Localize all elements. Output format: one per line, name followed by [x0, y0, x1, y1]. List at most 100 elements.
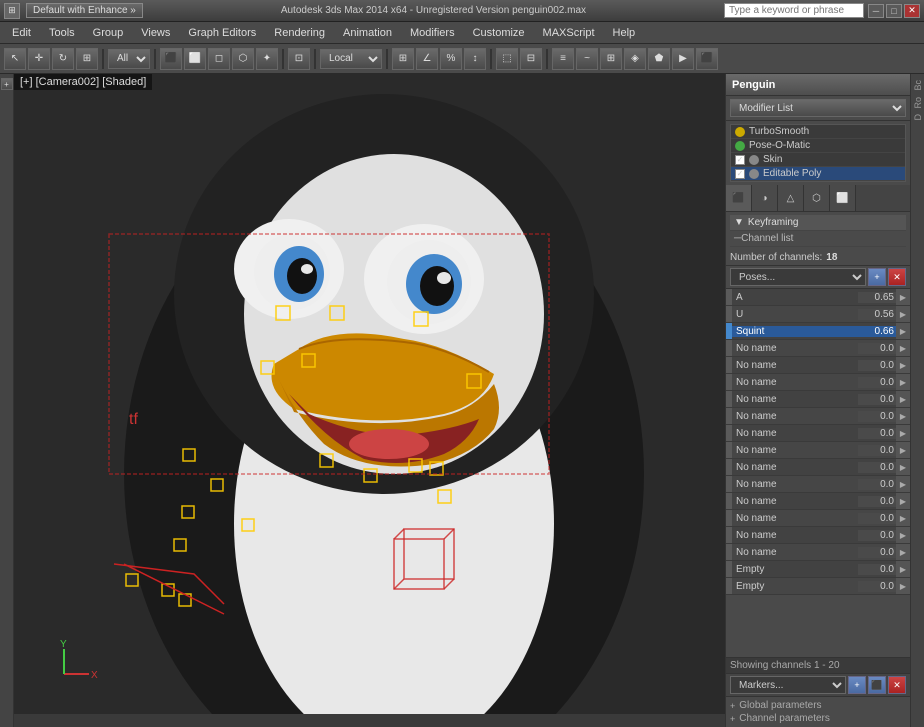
poses-delete-btn[interactable]: ✕ — [888, 268, 906, 286]
menu-modifiers[interactable]: Modifiers — [402, 25, 463, 41]
channel-row[interactable]: No name0.0▶ — [726, 357, 910, 374]
viewport[interactable]: [+] [Camera002] [Shaded] — [14, 74, 725, 727]
channel-expand-arrow[interactable]: ▶ — [896, 374, 910, 390]
fence-select[interactable]: ◻ — [208, 48, 230, 70]
channel-expand-arrow[interactable]: ▶ — [896, 459, 910, 475]
channel-row[interactable]: Empty0.0▶ — [726, 578, 910, 595]
minimize-button[interactable]: ─ — [868, 4, 884, 18]
channel-expand-arrow[interactable]: ▶ — [896, 306, 910, 322]
menu-customize[interactable]: Customize — [465, 25, 533, 41]
tab-paint[interactable]: ⬜ — [830, 185, 856, 211]
region-select[interactable]: ⬜ — [184, 48, 206, 70]
align-btn[interactable]: ⊟ — [520, 48, 542, 70]
material-editor[interactable]: ◈ — [624, 48, 646, 70]
spinner-snap[interactable]: ↕ — [464, 48, 486, 70]
channel-row[interactable]: A0.65▶ — [726, 289, 910, 306]
channel-expand-arrow[interactable]: ▶ — [896, 425, 910, 441]
markers-del-btn[interactable]: ✕ — [888, 676, 906, 694]
channel-expand-arrow[interactable]: ▶ — [896, 340, 910, 356]
select-btn[interactable]: ⬛ — [160, 48, 182, 70]
channel-row[interactable]: Empty0.0▶ — [726, 561, 910, 578]
channel-row[interactable]: No name0.0▶ — [726, 340, 910, 357]
channel-expand-arrow[interactable]: ▶ — [896, 527, 910, 543]
channel-row[interactable]: No name0.0▶ — [726, 374, 910, 391]
menu-edit[interactable]: Edit — [4, 25, 39, 41]
render-setup[interactable]: ⬟ — [648, 48, 670, 70]
rotate-tool[interactable]: ↻ — [52, 48, 74, 70]
channel-expand-arrow[interactable]: ▶ — [896, 544, 910, 560]
channel-expand-arrow[interactable]: ▶ — [896, 578, 910, 594]
channel-expand-arrow[interactable]: ▶ — [896, 510, 910, 526]
channel-row[interactable]: No name0.0▶ — [726, 425, 910, 442]
filter-dropdown[interactable]: All — [108, 49, 150, 69]
keyframing-header[interactable]: ▼ Keyframing — [730, 215, 906, 231]
poses-add-btn[interactable]: + — [868, 268, 886, 286]
channel-expand-arrow[interactable]: ▶ — [896, 323, 910, 339]
channel-row[interactable]: No name0.0▶ — [726, 527, 910, 544]
channel-row[interactable]: No name0.0▶ — [726, 459, 910, 476]
menu-help[interactable]: Help — [605, 25, 644, 41]
maximize-button[interactable]: □ — [886, 4, 902, 18]
lasso-select[interactable]: ⬡ — [232, 48, 254, 70]
move-tool[interactable]: ✛ — [28, 48, 50, 70]
channel-row[interactable]: U0.56▶ — [726, 306, 910, 323]
search-input[interactable] — [724, 3, 864, 18]
mirror-btn[interactable]: ⬚ — [496, 48, 518, 70]
channel-row[interactable]: No name0.0▶ — [726, 391, 910, 408]
modifier-item-editpoly[interactable]: ✓ Editable Poly — [731, 167, 905, 181]
channel-expand-arrow[interactable]: ▶ — [896, 357, 910, 373]
menu-maxscript[interactable]: MAXScript — [535, 25, 603, 41]
tab-subdivision[interactable]: ⬡ — [804, 185, 830, 211]
channel-expand-arrow[interactable]: ▶ — [896, 391, 910, 407]
modifier-list-dropdown[interactable]: Modifier List — [730, 99, 906, 117]
channel-row[interactable]: No name0.0▶ — [726, 544, 910, 561]
tab-selection[interactable]: ⬛ — [726, 185, 752, 211]
reference-frame[interactable]: Local World Screen — [320, 49, 382, 69]
preset-button[interactable]: Default with Enhance » — [26, 3, 143, 18]
markers-add-btn[interactable]: + — [848, 676, 866, 694]
paint-select[interactable]: ✦ — [256, 48, 278, 70]
tab-geometry[interactable]: △ — [778, 185, 804, 211]
angle-snap[interactable]: ∠ — [416, 48, 438, 70]
global-params-row[interactable]: + Global parameters — [730, 699, 906, 712]
markers-dropdown[interactable]: Markers... — [730, 676, 846, 694]
render-btn[interactable]: ▶ — [672, 48, 694, 70]
channel-row[interactable]: No name0.0▶ — [726, 442, 910, 459]
menu-graph-editors[interactable]: Graph Editors — [180, 25, 264, 41]
left-panel-btn[interactable]: + — [1, 78, 13, 90]
channel-row[interactable]: No name0.0▶ — [726, 510, 910, 527]
menu-tools[interactable]: Tools — [41, 25, 83, 41]
window-crossing[interactable]: ⊡ — [288, 48, 310, 70]
modifier-checkbox-ep[interactable]: ✓ — [735, 169, 745, 179]
channel-row[interactable]: No name0.0▶ — [726, 408, 910, 425]
menu-views[interactable]: Views — [133, 25, 178, 41]
modifier-item-poseomatic[interactable]: Pose-O-Matic — [731, 139, 905, 153]
modifier-item-turbosмooth[interactable]: TurboSmooth — [731, 125, 905, 139]
channel-expand-arrow[interactable]: ▶ — [896, 442, 910, 458]
layer-manager[interactable]: ≡ — [552, 48, 574, 70]
channel-row[interactable]: Squint0.66▶ — [726, 323, 910, 340]
channel-params-row[interactable]: + Channel parameters — [730, 712, 906, 725]
tab-softsel[interactable]: ◑ — [752, 185, 778, 211]
markers-btn2[interactable]: ⬛ — [868, 676, 886, 694]
menu-rendering[interactable]: Rendering — [266, 25, 333, 41]
menu-animation[interactable]: Animation — [335, 25, 400, 41]
curve-editor[interactable]: ~ — [576, 48, 598, 70]
modifier-item-skin[interactable]: ✓ Skin — [731, 153, 905, 167]
close-button[interactable]: ✕ — [904, 4, 920, 18]
channel-expand-arrow[interactable]: ▶ — [896, 493, 910, 509]
scale-tool[interactable]: ⊞ — [76, 48, 98, 70]
snap-toggle[interactable]: ⊞ — [392, 48, 414, 70]
menu-group[interactable]: Group — [85, 25, 132, 41]
channel-expand-arrow[interactable]: ▶ — [896, 408, 910, 424]
channel-list-header[interactable]: ─ Channel list — [730, 231, 906, 247]
channel-row[interactable]: No name0.0▶ — [726, 493, 910, 510]
modifier-checkbox-skin[interactable]: ✓ — [735, 155, 745, 165]
channel-expand-arrow[interactable]: ▶ — [896, 476, 910, 492]
channel-expand-arrow[interactable]: ▶ — [896, 561, 910, 577]
poses-dropdown[interactable]: Poses... — [730, 268, 866, 286]
percent-snap[interactable]: % — [440, 48, 462, 70]
channel-expand-arrow[interactable]: ▶ — [896, 289, 910, 305]
render-frame[interactable]: ⬛ — [696, 48, 718, 70]
schematic-view[interactable]: ⊞ — [600, 48, 622, 70]
